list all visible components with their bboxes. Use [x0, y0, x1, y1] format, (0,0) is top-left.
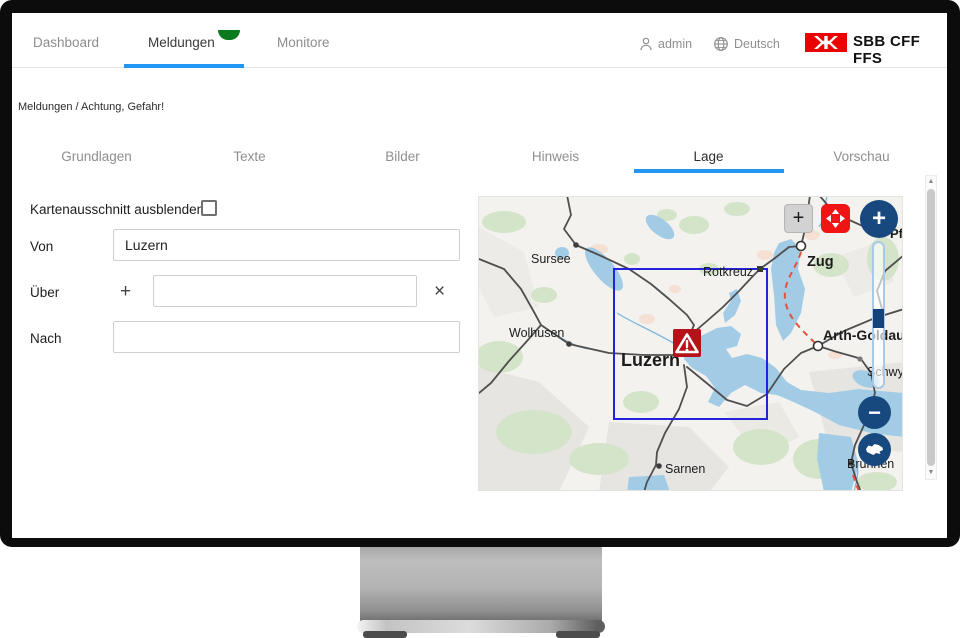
zoom-slider[interactable]	[872, 241, 885, 389]
nach-label: Nach	[30, 331, 62, 346]
globe-icon	[713, 36, 729, 52]
scrollbar-down-arrow[interactable]: ▼	[926, 467, 936, 479]
tab-grundlagen[interactable]: Grundlagen	[20, 140, 173, 173]
reset-extent-button[interactable]	[858, 433, 891, 466]
pan-move-icon	[825, 208, 846, 229]
scrollbar-thumb[interactable]	[927, 189, 935, 466]
user-icon	[638, 36, 654, 52]
tab-hinweis[interactable]: Hinweis	[479, 140, 632, 173]
map-canvas[interactable]: Sursee Wolhusen Rotkreuz Zug Luzern Arth…	[478, 196, 903, 491]
page-scrollbar[interactable]: ▲ ▼	[925, 175, 937, 480]
hide-map-checkbox[interactable]	[201, 200, 217, 216]
screen: Dashboard Meldungen Monitore admin Deuts…	[12, 13, 947, 538]
ueber-input[interactable]	[153, 275, 417, 307]
meldungen-badge-icon	[218, 30, 240, 40]
nach-input[interactable]	[113, 321, 460, 353]
warning-icon[interactable]	[673, 329, 701, 357]
add-via-icon[interactable]: +	[120, 282, 131, 301]
ueber-label: Über	[30, 285, 59, 300]
nav-item-monitore[interactable]: Monitore	[277, 35, 330, 50]
top-nav: Dashboard Meldungen Monitore admin Deuts…	[12, 13, 947, 68]
switzerland-icon	[865, 443, 884, 456]
von-label: Von	[30, 239, 53, 254]
nav-item-meldungen[interactable]: Meldungen	[148, 35, 215, 50]
label-arth-goldau: Arth-Goldau	[823, 327, 903, 343]
tab-active-underline	[634, 169, 784, 173]
monitor-foot-left	[363, 631, 407, 638]
hide-map-label: Kartenausschnitt ausblenden	[30, 202, 204, 217]
nav-item-dashboard[interactable]: Dashboard	[33, 35, 99, 50]
label-sursee: Sursee	[531, 252, 571, 266]
tab-bar: Grundlagen Texte Bilder Hinweis Lage Vor…	[20, 140, 938, 173]
tab-lage-label: Lage	[693, 149, 723, 164]
language-selector[interactable]: Deutsch	[734, 37, 780, 51]
user-menu[interactable]: admin	[658, 37, 692, 51]
clear-via-icon[interactable]: ×	[434, 282, 445, 301]
tab-vorschau[interactable]: Vorschau	[785, 140, 938, 173]
zoom-out-button[interactable]: −	[858, 396, 891, 429]
label-wolhusen: Wolhusen	[509, 326, 564, 340]
breadcrumb: Meldungen / Achtung, Gefahr!	[18, 101, 164, 113]
nav-active-underline	[124, 64, 244, 68]
tab-texte[interactable]: Texte	[173, 140, 326, 173]
label-rotkreuz: Rotkreuz	[703, 265, 753, 279]
monitor-stand	[360, 547, 602, 622]
monitor-foot-right	[556, 631, 600, 638]
tab-bilder[interactable]: Bilder	[326, 140, 479, 173]
map-svg: Sursee Wolhusen Rotkreuz Zug Luzern Arth…	[479, 197, 903, 491]
map-extra-zoom-button[interactable]: +	[784, 204, 813, 233]
zoom-slider-handle[interactable]	[873, 309, 884, 328]
sbb-logo-icon	[805, 33, 847, 52]
tab-lage[interactable]: Lage	[632, 140, 785, 173]
label-zug: Zug	[807, 254, 834, 270]
scrollbar-up-arrow[interactable]: ▲	[926, 176, 936, 188]
stage: Dashboard Meldungen Monitore admin Deuts…	[0, 0, 960, 638]
label-luzern: Luzern	[621, 350, 680, 370]
label-sarnen: Sarnen	[665, 462, 705, 476]
sbb-logo-text: SBB CFF FFS	[853, 33, 947, 67]
von-input[interactable]	[113, 229, 460, 261]
map-pan-button[interactable]	[821, 204, 850, 233]
zoom-in-button[interactable]: +	[860, 200, 898, 238]
